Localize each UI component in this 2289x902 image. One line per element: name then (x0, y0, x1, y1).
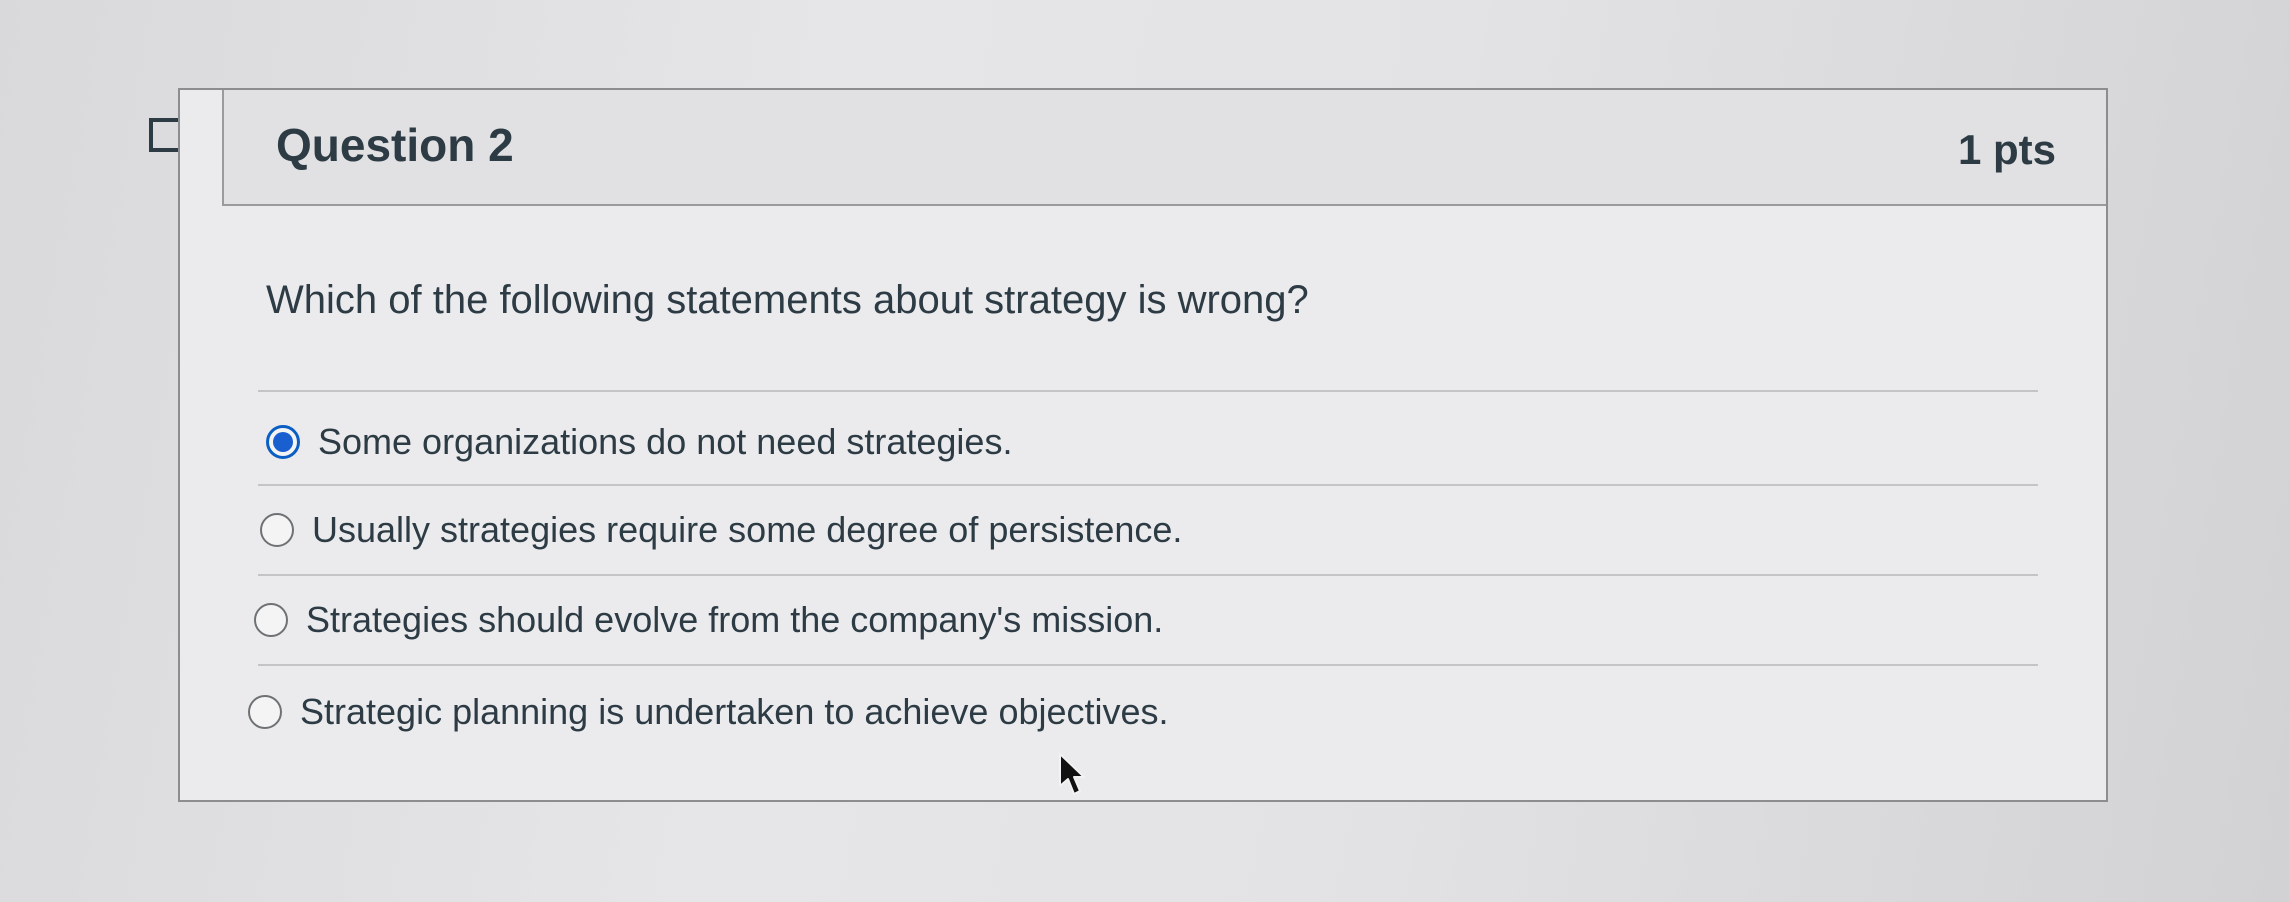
radio-button[interactable] (260, 513, 294, 547)
question-title: Question 2 (276, 119, 514, 171)
answer-label-1: Some organizations do not need strategie… (318, 421, 1013, 463)
answer-option-2[interactable]: Usually strategies require some degree o… (260, 500, 1182, 560)
answer-label-4: Strategic planning is undertaken to achi… (300, 691, 1169, 733)
divider (258, 484, 2038, 486)
question-header: Question 2 1 pts (222, 90, 2106, 206)
radio-selected-dot (273, 432, 293, 452)
radio-button[interactable] (248, 695, 282, 729)
mouse-pointer-icon (1059, 753, 1085, 795)
question-text: Which of the following statements about … (266, 278, 1309, 322)
radio-button[interactable] (254, 603, 288, 637)
divider (258, 574, 2038, 576)
radio-button-selected[interactable] (266, 425, 300, 459)
answer-option-1[interactable]: Some organizations do not need strategie… (266, 412, 1012, 472)
question-card: Question 2 1 pts Which of the following … (178, 88, 2108, 802)
divider (258, 390, 2038, 392)
answer-label-3: Strategies should evolve from the compan… (306, 599, 1164, 641)
divider (258, 664, 2038, 666)
question-points: 1 pts (1957, 126, 2056, 173)
answer-option-3[interactable]: Strategies should evolve from the compan… (254, 590, 1163, 650)
answer-option-4[interactable]: Strategic planning is undertaken to achi… (248, 682, 1169, 742)
answer-label-2: Usually strategies require some degree o… (312, 509, 1183, 551)
